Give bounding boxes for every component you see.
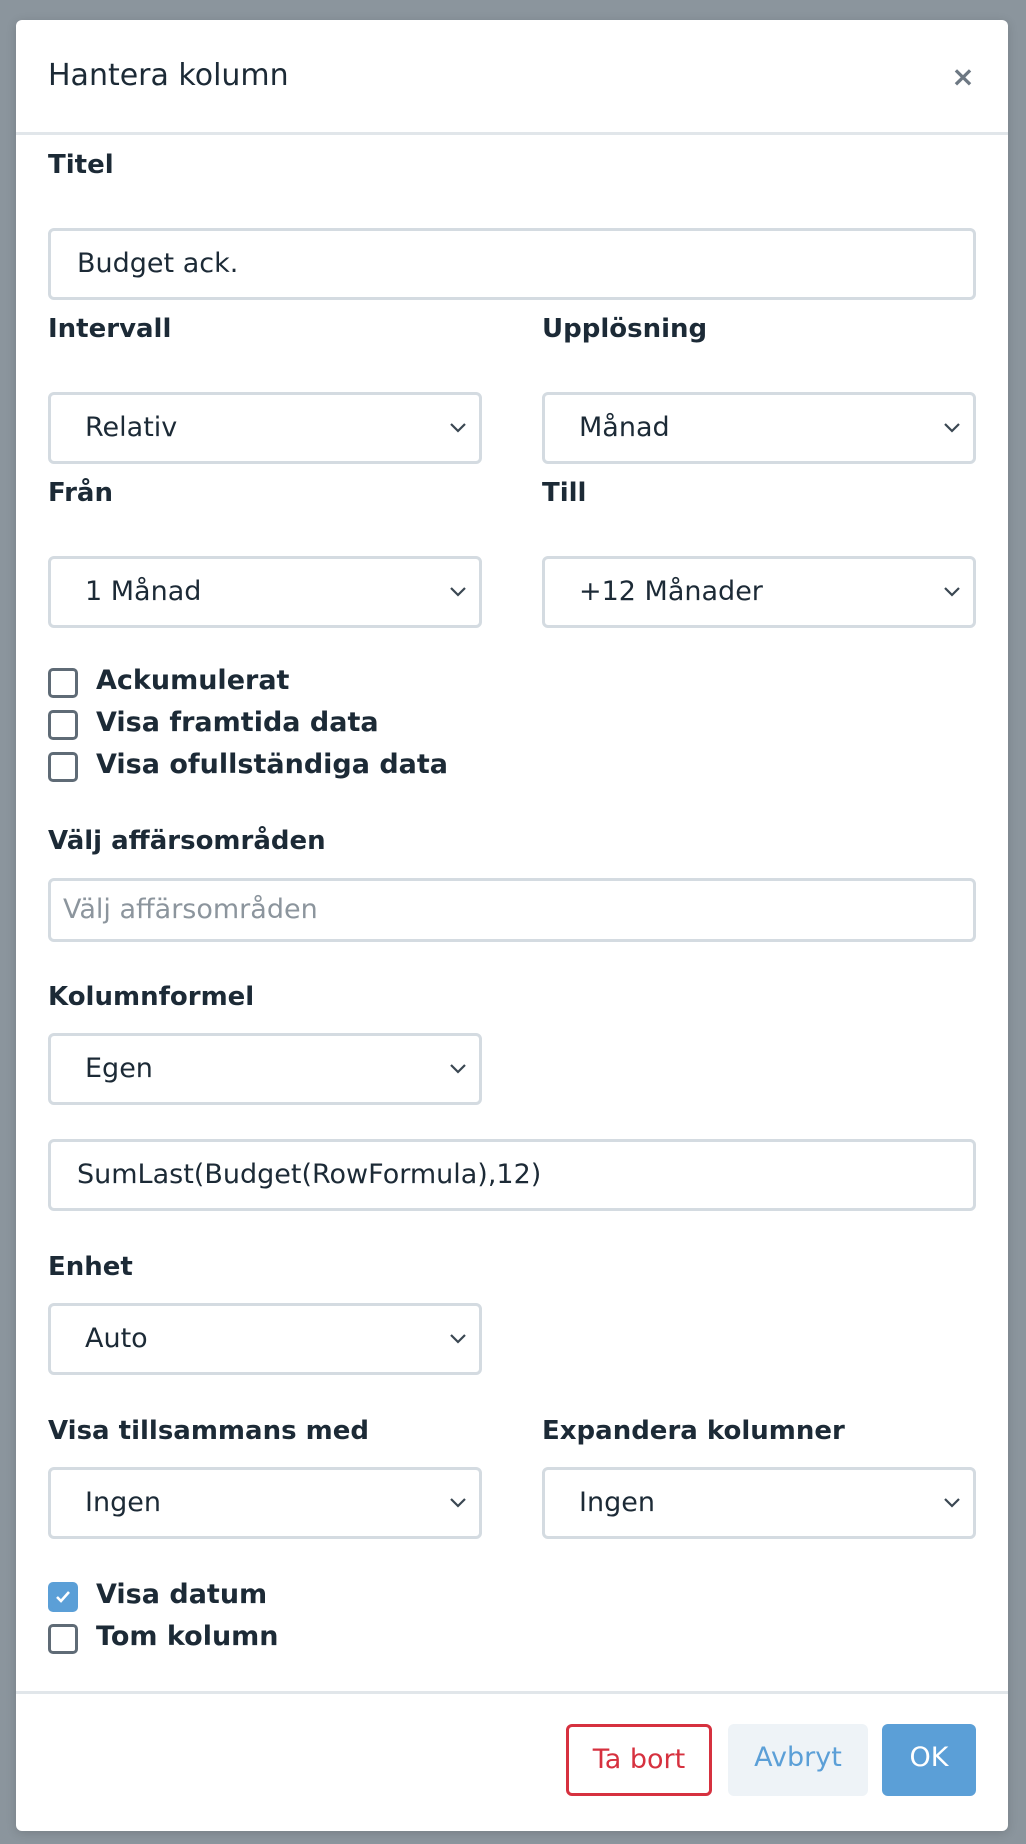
show-with-label: Visa tillsammans med [48,1416,369,1446]
dialog-title: Hantera kolumn [48,58,289,93]
expand-columns-label: Expandera kolumner [542,1416,845,1446]
to-select-value: +12 Månader [579,576,763,607]
show-date-checkbox[interactable] [48,1582,78,1612]
show-with-select[interactable]: Ingen [48,1467,482,1539]
from-select[interactable]: 1 Månad [48,556,482,628]
checkmark-icon [56,1591,70,1603]
show-incomplete-data-checkbox-row[interactable]: Visa ofullständiga data [48,749,449,786]
manage-column-dialog: Hantera kolumn × Titel Budget ack. Inter… [16,20,1008,1831]
title-label: Titel [48,150,114,180]
chevron-down-icon [450,423,466,433]
cancel-button[interactable]: Avbryt [728,1724,868,1796]
accumulated-checkbox-row[interactable]: Ackumulerat [48,665,448,702]
interval-select[interactable]: Relativ [48,392,482,464]
to-select[interactable]: +12 Månader [542,556,976,628]
interval-label: Intervall [48,314,172,344]
resolution-select[interactable]: Månad [542,392,976,464]
show-future-data-checkbox[interactable] [48,710,78,740]
chevron-down-icon [450,1064,466,1074]
business-areas-input[interactable]: Välj affärsområden [48,878,976,942]
from-select-value: 1 Månad [85,576,202,607]
dialog-footer: Ta bort Avbryt OK [16,1691,1008,1831]
show-date-label: Visa datum [96,1579,268,1610]
title-input[interactable]: Budget ack. [48,228,976,300]
column-formula-select-value: Egen [85,1053,153,1084]
unit-select-value: Auto [85,1323,148,1354]
show-with-select-value: Ingen [85,1487,161,1518]
chevron-down-icon [450,1334,466,1344]
formula-input[interactable]: SumLast(Budget(RowFormula),12) [48,1139,976,1211]
chevron-down-icon [944,1498,960,1508]
accumulated-label: Ackumulerat [96,665,290,696]
expand-columns-select-value: Ingen [579,1487,655,1518]
to-label: Till [542,478,587,508]
show-future-data-label: Visa framtida data [96,707,379,738]
empty-column-label: Tom kolumn [96,1621,279,1652]
dialog-header: Hantera kolumn × [16,20,1008,135]
show-incomplete-data-label: Visa ofullständiga data [96,749,449,780]
unit-label: Enhet [48,1252,133,1282]
show-future-data-checkbox-row[interactable]: Visa framtida data [48,707,448,744]
delete-button[interactable]: Ta bort [566,1724,712,1796]
column-formula-select[interactable]: Egen [48,1033,482,1105]
resolution-select-value: Månad [579,412,670,443]
empty-column-checkbox[interactable] [48,1624,78,1654]
unit-select[interactable]: Auto [48,1303,482,1375]
resolution-label: Upplösning [542,314,708,344]
expand-columns-select[interactable]: Ingen [542,1467,976,1539]
ok-button[interactable]: OK [882,1724,976,1796]
accumulated-checkbox[interactable] [48,668,78,698]
chevron-down-icon [944,423,960,433]
column-formula-label: Kolumnformel [48,982,255,1012]
chevron-down-icon [944,587,960,597]
show-date-checkbox-row[interactable]: Visa datum [48,1579,448,1616]
chevron-down-icon [450,1498,466,1508]
close-icon[interactable]: × [948,62,978,92]
interval-select-value: Relativ [85,412,178,443]
show-incomplete-data-checkbox[interactable] [48,752,78,782]
empty-column-checkbox-row[interactable]: Tom kolumn [48,1621,448,1658]
from-label: Från [48,478,113,508]
chevron-down-icon [450,587,466,597]
business-areas-label: Välj affärsområden [48,826,326,856]
